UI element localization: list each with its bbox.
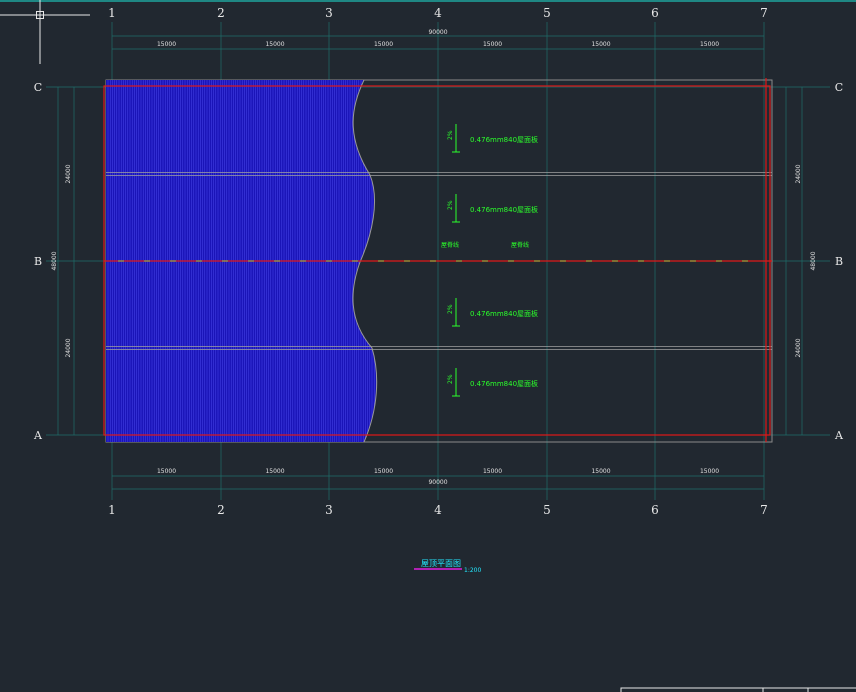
slope-label-3: 2% [447, 304, 454, 314]
axis-label-left-C: C [34, 81, 42, 94]
panel-note-3: 0.476mm840屋面板 [470, 309, 538, 318]
slope-label-4: 2% [447, 374, 454, 384]
roof-notes: 2% 0.476mm840屋面板 2% 0.476mm840屋面板 2% 0.476mm8… [447, 124, 538, 397]
slope-label-1: 2% [447, 130, 454, 140]
axis-label-top-7: 7 [760, 6, 768, 20]
bay-dim-bottom-1: 15000 [157, 468, 176, 475]
bay-dim-top-2: 15000 [265, 41, 284, 48]
axis-label-bottom-3: 3 [325, 503, 333, 517]
slope-label-2: 2% [447, 200, 454, 210]
axis-label-top-2: 2 [217, 6, 225, 20]
drawing-title: 屋顶平面图 [421, 559, 461, 568]
axis-label-right-C: C [835, 81, 843, 94]
axis-label-top-4: 4 [434, 6, 442, 20]
axis-label-top-5: 5 [543, 6, 551, 20]
bay-dim-top-5: 15000 [591, 41, 610, 48]
span-dim-left-2: 24000 [65, 338, 72, 357]
bay-dim-bottom-6: 15000 [700, 468, 719, 475]
bay-dim-bottom-4: 15000 [483, 468, 502, 475]
panel-note-4: 0.476mm840屋面板 [470, 379, 538, 388]
axis-label-bottom-4: 4 [434, 503, 442, 517]
axis-label-bottom-5: 5 [543, 503, 551, 517]
axis-label-bottom-7: 7 [760, 503, 768, 517]
panel-note-2: 0.476mm840屋面板 [470, 205, 538, 214]
span-dim-left-1: 24000 [65, 164, 72, 183]
total-width-right: 48000 [810, 251, 817, 270]
title-block-corner [620, 687, 856, 692]
axis-label-left-A: A [33, 429, 43, 442]
bay-dim-bottom-2: 15000 [265, 468, 284, 475]
axis-label-right-A: A [834, 429, 844, 442]
drawing-title-block: 屋顶平面图 1:200 [414, 559, 481, 574]
axis-label-bottom-6: 6 [651, 503, 659, 517]
axis-label-top-3: 3 [325, 6, 333, 20]
total-length-top: 90000 [428, 29, 447, 36]
axis-label-bottom-1: 1 [108, 503, 116, 517]
axis-label-right-B: B [835, 255, 843, 268]
bay-dim-top-3: 15000 [374, 41, 393, 48]
roof-plan-drawing: 1 1 2 2 3 3 4 4 5 5 6 6 7 7 C C B B A A 90000 90000 15000 15… [0, 0, 856, 692]
crosshair-cursor-icon [0, 0, 90, 64]
total-width-left: 48000 [51, 251, 58, 270]
axis-label-top-6: 6 [651, 6, 659, 20]
bay-dim-bottom-5: 15000 [591, 468, 610, 475]
total-length-bottom: 90000 [428, 479, 447, 486]
bay-dim-top-6: 15000 [700, 41, 719, 48]
bay-dim-bottom-3: 15000 [374, 468, 393, 475]
bay-dim-top-4: 15000 [483, 41, 502, 48]
drawing-scale: 1:200 [464, 567, 481, 574]
span-dim-right-2: 24000 [795, 338, 802, 357]
ridge-label-1: 屋脊线 [441, 241, 459, 249]
ridge-label-2: 屋脊线 [511, 241, 529, 249]
bay-dim-top-1: 15000 [157, 41, 176, 48]
span-dim-right-1: 24000 [795, 164, 802, 183]
axis-label-bottom-2: 2 [217, 503, 225, 517]
axis-label-top-1: 1 [108, 6, 116, 20]
axis-label-left-B: B [34, 255, 42, 268]
panel-note-1: 0.476mm840屋面板 [470, 135, 538, 144]
